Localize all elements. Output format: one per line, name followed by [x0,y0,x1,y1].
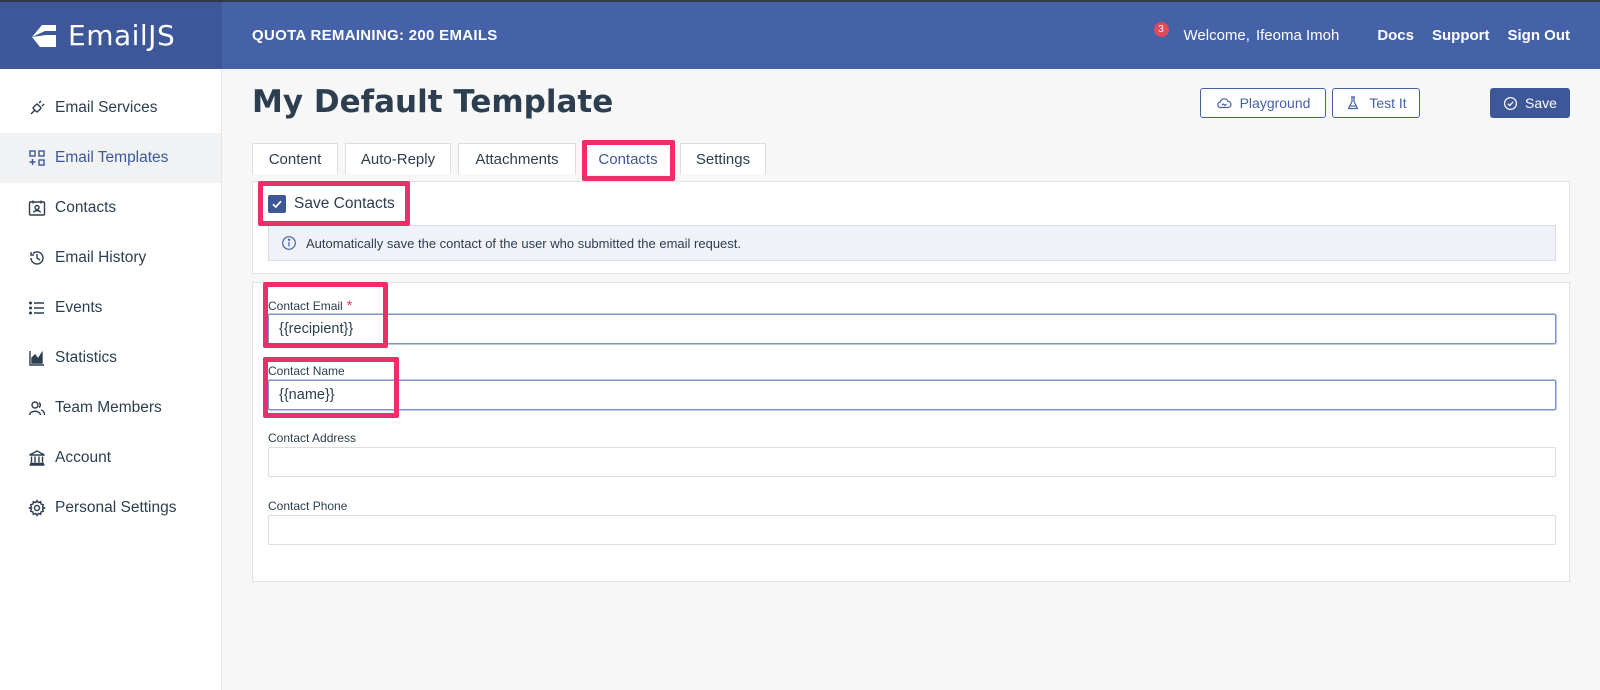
info-icon [282,236,296,250]
contact-name-input[interactable] [268,380,1556,410]
playground-button[interactable]: Playground [1200,88,1326,118]
save-label: Save [1525,95,1557,111]
emailjs-logo-icon [32,24,56,47]
tab-auto-reply[interactable]: Auto-Reply [345,143,451,174]
tab-contacts[interactable]: Contacts [583,143,673,174]
sidebar-item-label: Team Members [55,399,162,416]
plug-icon [28,99,46,117]
playground-label: Playground [1239,95,1311,111]
save-contacts-toggle[interactable]: Save Contacts [268,195,395,213]
contact-name-label: Contact Name [268,364,345,378]
contacts-icon [28,199,46,217]
docs-link[interactable]: Docs [1377,27,1414,44]
contact-phone-label: Contact Phone [268,499,348,513]
test-it-button[interactable]: Test It [1332,88,1420,118]
sidebar-item-events[interactable]: Events [0,283,221,333]
template-tabs: Content Auto-Reply Attachments Contacts … [252,143,773,174]
chart-icon [28,349,46,367]
sidebar-item-label: Email Templates [55,149,169,166]
sidebar-item-account[interactable]: Account [0,433,221,483]
template-icon [28,149,46,167]
contact-phone-input[interactable] [268,515,1556,545]
sidebar-item-label: Contacts [55,199,117,216]
sidebar-item-statistics[interactable]: Statistics [0,333,221,383]
contact-fields-panel: Contact Email* Contact Name Contact Addr… [252,282,1570,582]
save-contacts-checkbox[interactable] [268,195,286,213]
contact-email-input[interactable] [268,314,1556,344]
team-icon [28,399,46,417]
username[interactable]: Ifeoma Imoh [1256,27,1339,44]
check-icon [272,200,282,209]
sidebar-item-label: Events [55,299,103,316]
support-link[interactable]: Support [1432,27,1490,44]
list-icon [28,299,46,317]
save-contacts-panel: Save Contacts Automatically save the con… [252,181,1570,274]
sidebar-item-label: Account [55,449,112,466]
sidebar-item-contacts[interactable]: Contacts [0,183,221,233]
gear-icon [28,499,46,517]
tab-settings[interactable]: Settings [680,143,766,174]
info-box: Automatically save the contact of the us… [268,225,1556,261]
save-contacts-label: Save Contacts [294,195,395,212]
sidebar-item-team-members[interactable]: Team Members [0,383,221,433]
top-bar: EmailJS QUOTA REMAINING: 200 EMAILS 3 We… [0,0,1600,69]
sidebar-item-email-templates[interactable]: Email Templates [0,133,221,183]
brand-name: EmailJS [68,19,176,52]
flask-icon [1347,96,1359,110]
save-button[interactable]: Save [1490,88,1570,118]
test-it-label: Test It [1369,95,1407,111]
contact-email-label: Contact Email * [268,297,352,313]
contact-address-input[interactable] [268,447,1556,477]
top-nav: 3 Welcome, Ifeoma Imoh Docs Support Sign… [1153,2,1571,69]
sidebar-item-email-history[interactable]: Email History [0,233,221,283]
sidebar-item-label: Email History [55,249,147,266]
sidebar-item-label: Personal Settings [55,499,177,516]
sidebar-item-label: Email Services [55,99,158,116]
contact-address-label: Contact Address [268,431,357,445]
bank-icon [28,449,46,467]
history-icon [28,249,46,267]
sidebar: Email Services Email Templates Contacts … [0,69,222,690]
cloud-icon [1216,98,1232,109]
check-circle-icon [1504,96,1518,110]
sidebar-item-email-services[interactable]: Email Services [0,83,221,133]
notification-badge[interactable]: 3 [1153,21,1169,37]
tab-content[interactable]: Content [252,143,338,174]
tab-attachments[interactable]: Attachments [458,143,576,174]
sign-out-link[interactable]: Sign Out [1508,27,1571,44]
page-title: My Default Template [252,84,614,120]
brand[interactable]: EmailJS [0,2,222,69]
required-asterisk: * [346,297,353,313]
sidebar-item-personal-settings[interactable]: Personal Settings [0,483,221,533]
welcome-text: Welcome, [1183,27,1250,44]
sidebar-item-label: Statistics [55,349,118,366]
info-text: Automatically save the contact of the us… [306,235,742,251]
contact-email-label-text: Contact Email [268,299,343,313]
quota-remaining: QUOTA REMAINING: 200 EMAILS [252,27,498,44]
